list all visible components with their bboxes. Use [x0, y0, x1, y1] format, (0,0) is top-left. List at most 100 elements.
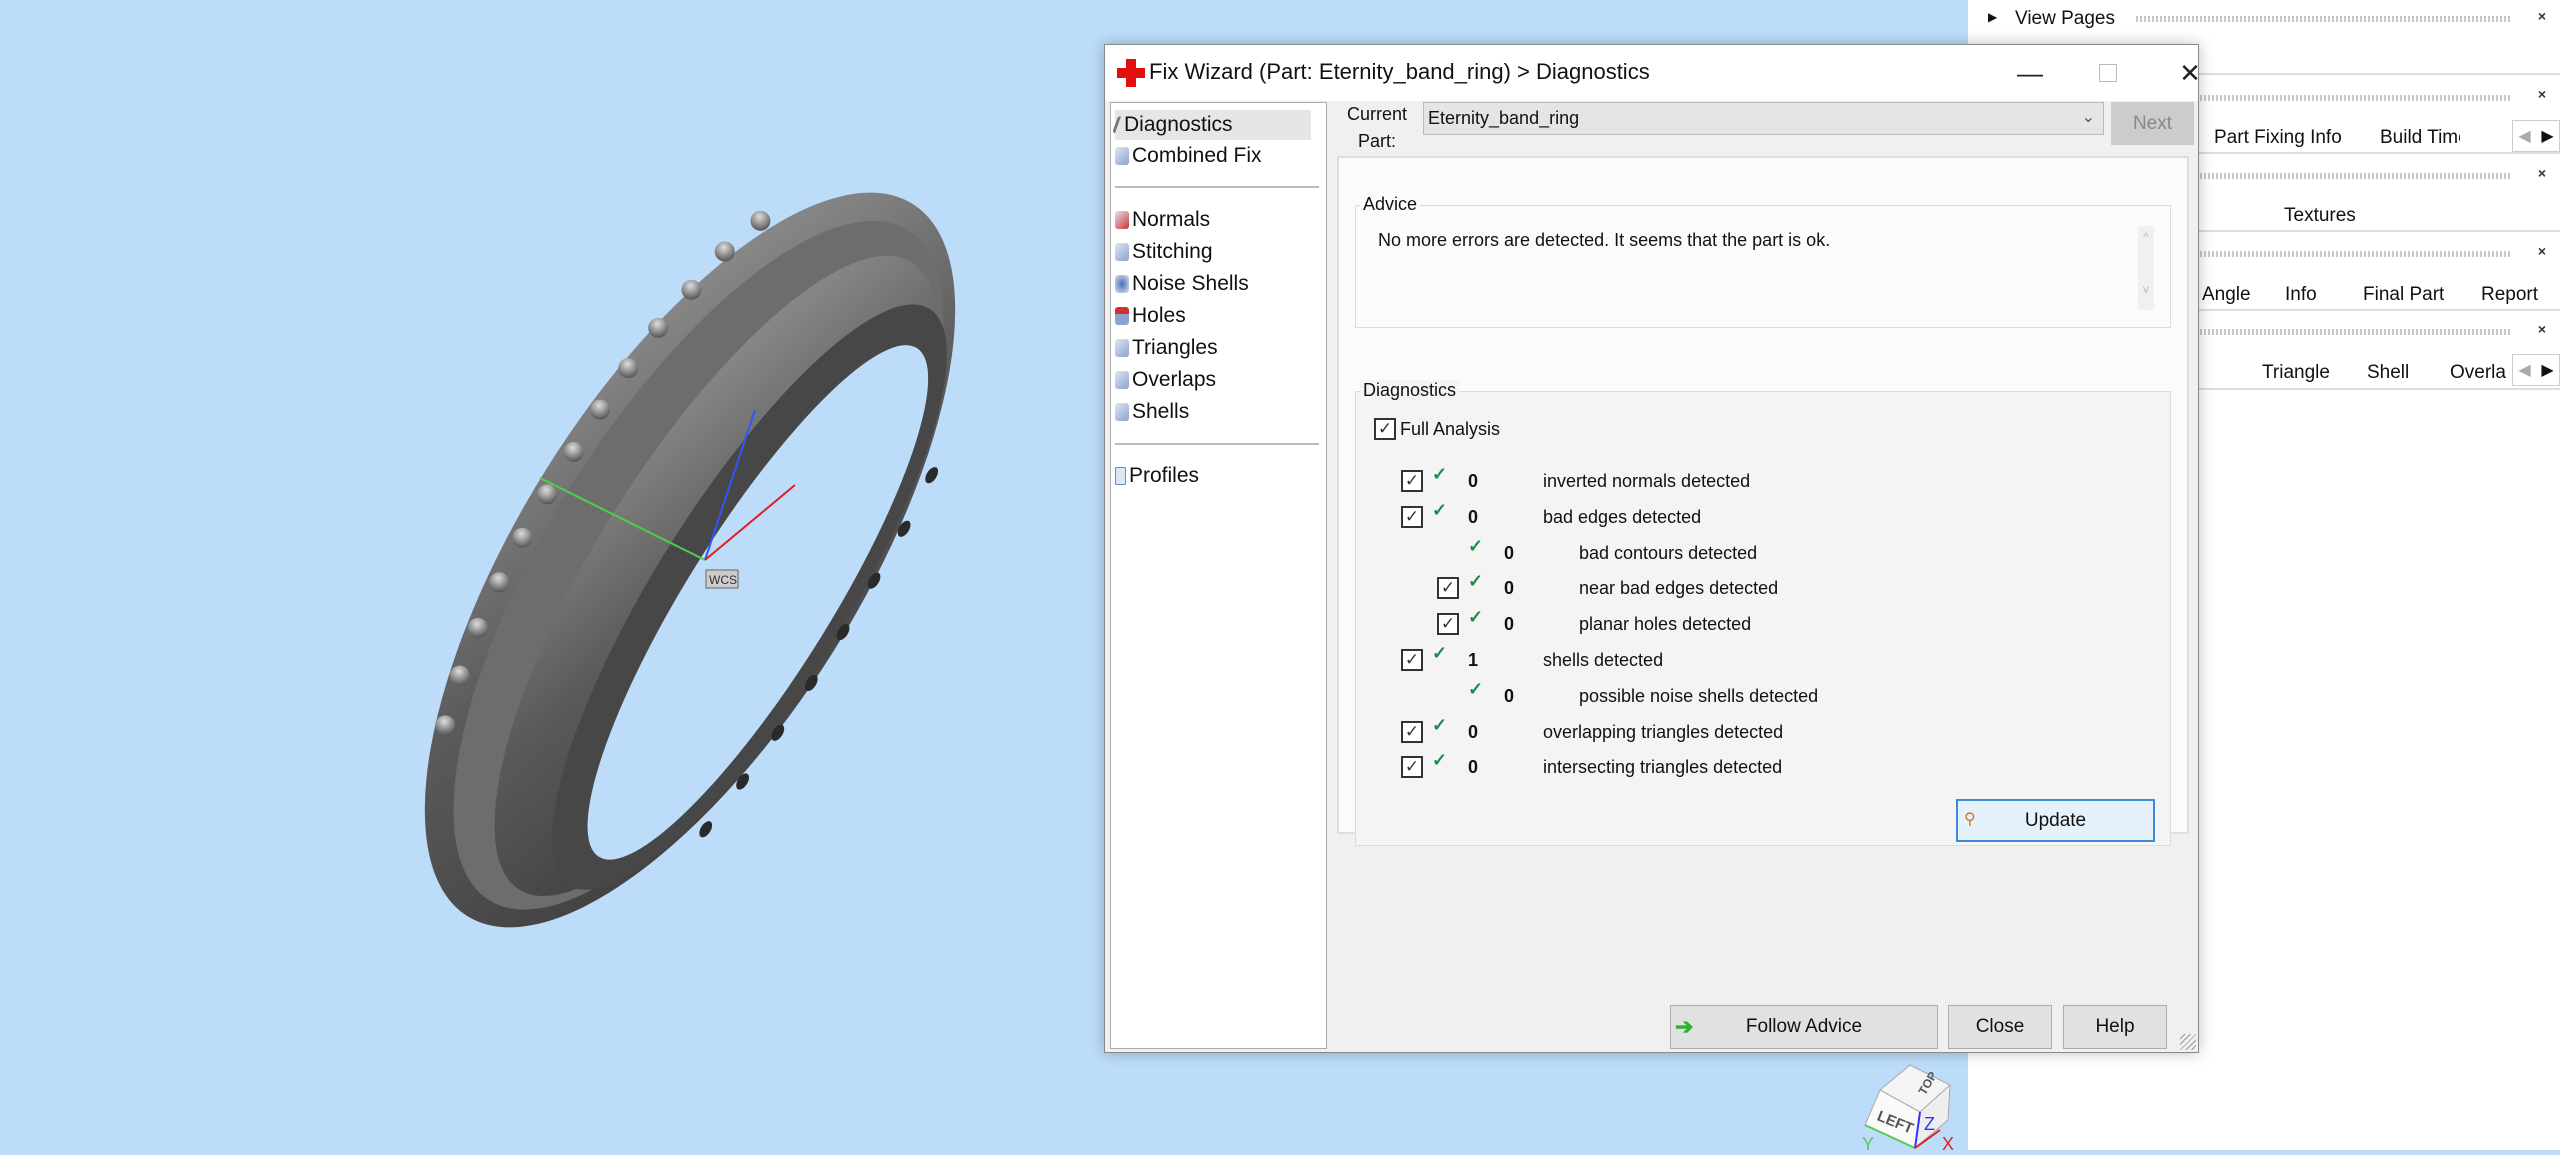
- resize-grip[interactable]: [2180, 1034, 2196, 1050]
- diagnostic-count: 0: [1468, 722, 1479, 742]
- next-button[interactable]: Next: [2111, 102, 2194, 145]
- nav-item-triangles[interactable]: Triangles: [1115, 333, 1218, 363]
- close-icon[interactable]: ×: [2538, 321, 2546, 337]
- scroll-left-icon[interactable]: ◀: [2513, 121, 2536, 151]
- y-axis-label: Y: [1862, 1134, 1874, 1150]
- diagnostics-page: Advice No more errors are detected. It s…: [1337, 156, 2189, 846]
- green-check-icon: ✓: [1468, 607, 1484, 627]
- scroll-right-icon[interactable]: ▶: [2536, 355, 2559, 385]
- close-icon[interactable]: ×: [2538, 165, 2546, 181]
- scroll-right-icon[interactable]: ▶: [2536, 121, 2559, 151]
- diagnostic-checkbox[interactable]: ✓: [1401, 756, 1423, 778]
- cube-icon: [1115, 147, 1129, 165]
- maximize-button[interactable]: [2073, 45, 2143, 101]
- advice-scrollbar[interactable]: ^ v: [2138, 226, 2154, 310]
- triangles-cube-icon: [1115, 339, 1129, 357]
- scroll-left-icon[interactable]: ◀: [2513, 355, 2536, 385]
- tab-angle[interactable]: Angle: [2202, 284, 2251, 306]
- diagnostic-count: 0: [1468, 471, 1479, 491]
- diagnostic-label: bad contours detected: [1579, 543, 1758, 563]
- title-bar[interactable]: Fix Wizard (Part: Eternity_band_ring) > …: [1105, 45, 2201, 101]
- stitching-cube-icon: [1115, 243, 1129, 261]
- diagnostic-checkbox[interactable]: ✓: [1437, 577, 1459, 599]
- nav-item-diagnostics[interactable]: Diagnostics: [1112, 110, 1311, 140]
- diagnostic-label: near bad edges detected: [1579, 578, 1779, 598]
- tab-build-time-estimation[interactable]: Build Time Esti: [2380, 127, 2460, 149]
- close-window-button[interactable]: ✕: [2155, 45, 2225, 101]
- diagnostic-label: inverted normals detected: [1543, 471, 1751, 491]
- nav-item-noise-shells[interactable]: Noise Shells: [1115, 269, 1249, 299]
- full-analysis-checkbox[interactable]: ✓: [1374, 418, 1396, 440]
- advice-title: Advice: [1360, 194, 1421, 215]
- full-analysis-label: Full Analysis: [1400, 419, 1501, 439]
- nav-item-normals[interactable]: Normals: [1115, 205, 1210, 235]
- wcs-label: WCS: [709, 573, 737, 587]
- holes-cube-icon: [1115, 307, 1129, 325]
- dialog-title: Fix Wizard (Part: Eternity_band_ring) > …: [1149, 59, 1650, 84]
- nav-item-shells[interactable]: Shells: [1115, 397, 1189, 427]
- help-button[interactable]: Help: [2063, 1005, 2167, 1049]
- expand-triangle-icon[interactable]: ▶: [1988, 10, 1997, 24]
- green-arrow-icon: ➔: [1675, 1014, 1694, 1039]
- shells-cube-icon: [1115, 403, 1129, 421]
- tab-triangle[interactable]: Triangle: [2262, 362, 2330, 384]
- tab-report[interactable]: Report: [2481, 284, 2538, 306]
- diagnostic-checkbox[interactable]: ✓: [1401, 649, 1423, 671]
- green-check-icon: ✓: [1468, 536, 1484, 556]
- diagnostic-checkbox[interactable]: ✓: [1401, 721, 1423, 743]
- nav-item-overlaps[interactable]: Overlaps: [1115, 365, 1216, 395]
- diagnostic-count: 1: [1468, 650, 1479, 670]
- normals-cube-icon: [1115, 211, 1129, 229]
- noise-shells-icon: [1115, 275, 1129, 293]
- diagnostics-title: Diagnostics: [1360, 380, 1460, 401]
- close-icon[interactable]: ×: [2538, 86, 2546, 102]
- diagnostic-label: planar holes detected: [1579, 614, 1752, 634]
- current-part-dropdown[interactable]: Eternity_band_ring ⌄: [1423, 102, 2104, 135]
- z-axis-label: Z: [1924, 1114, 1935, 1134]
- diagnostic-count: 0: [1468, 757, 1479, 777]
- tab-final-part[interactable]: Final Part: [2363, 284, 2444, 306]
- tab-textures[interactable]: Textures: [2284, 205, 2356, 227]
- diagnostic-checkbox[interactable]: ✓: [1401, 470, 1423, 492]
- nav-item-holes[interactable]: Holes: [1115, 301, 1186, 331]
- green-check-icon: ✓: [1432, 715, 1448, 735]
- green-check-icon: ✓: [1468, 571, 1484, 591]
- tab-shell[interactable]: Shell: [2367, 362, 2409, 384]
- diagnostic-checkbox[interactable]: ✓: [1401, 506, 1423, 528]
- diagnostic-count: 0: [1504, 578, 1515, 598]
- green-check-icon: ✓: [1432, 750, 1448, 770]
- tab-scroll-arrows[interactable]: ◀ ▶: [2512, 354, 2560, 386]
- diagnostic-count: 0: [1504, 614, 1515, 634]
- green-check-icon: ✓: [1432, 643, 1448, 663]
- diagnostics-group: Diagnostics ✓ Full Analysis ✓ ✓ 0 inverted …: [1355, 380, 2171, 846]
- document-icon: [1115, 467, 1126, 485]
- close-button[interactable]: Close: [1948, 1005, 2052, 1049]
- green-check-icon: ✓: [1468, 679, 1484, 699]
- nav-item-profiles[interactable]: Profiles: [1115, 461, 1199, 491]
- tab-overlaps[interactable]: Overla: [2450, 362, 2512, 384]
- minimize-button[interactable]: —: [1995, 45, 2065, 101]
- close-icon[interactable]: ×: [2538, 243, 2546, 259]
- view-cube[interactable]: LEFT TOP X Y Z: [1860, 1060, 1954, 1154]
- chevron-down-icon: ⌄: [2081, 109, 2095, 126]
- nav-item-stitching[interactable]: Stitching: [1115, 237, 1213, 267]
- view-pages-label[interactable]: View Pages: [2015, 8, 2115, 30]
- tab-scroll-arrows[interactable]: ◀ ▶: [2512, 120, 2560, 152]
- advice-text: No more errors are detected. It seems th…: [1378, 230, 1831, 250]
- nav-item-combined-fix[interactable]: Combined Fix: [1115, 141, 1262, 171]
- close-icon[interactable]: ×: [2538, 8, 2546, 24]
- diagnostic-checkbox[interactable]: ✓: [1437, 613, 1459, 635]
- tab-part-fixing-info[interactable]: Part Fixing Info: [2214, 127, 2342, 149]
- wizard-nav-list: Diagnostics Combined Fix Normals Stitchi…: [1110, 102, 1327, 1049]
- diagnostic-count: 0: [1504, 686, 1515, 706]
- diagnostic-label: shells detected: [1543, 650, 1664, 670]
- overlaps-cube-icon: [1115, 371, 1129, 389]
- advice-group: Advice No more errors are detected. It s…: [1355, 194, 2171, 328]
- update-button[interactable]: ⚲ Update: [1956, 799, 2155, 842]
- tab-info[interactable]: Info: [2285, 284, 2317, 306]
- red-cross-icon: [1117, 59, 1145, 87]
- follow-advice-button[interactable]: ➔ Follow Advice: [1670, 1005, 1938, 1049]
- diagnostic-label: overlapping triangles detected: [1543, 722, 1784, 742]
- magnifier-icon: ⚲: [1964, 811, 1976, 828]
- diagnostic-label: bad edges detected: [1543, 507, 1702, 527]
